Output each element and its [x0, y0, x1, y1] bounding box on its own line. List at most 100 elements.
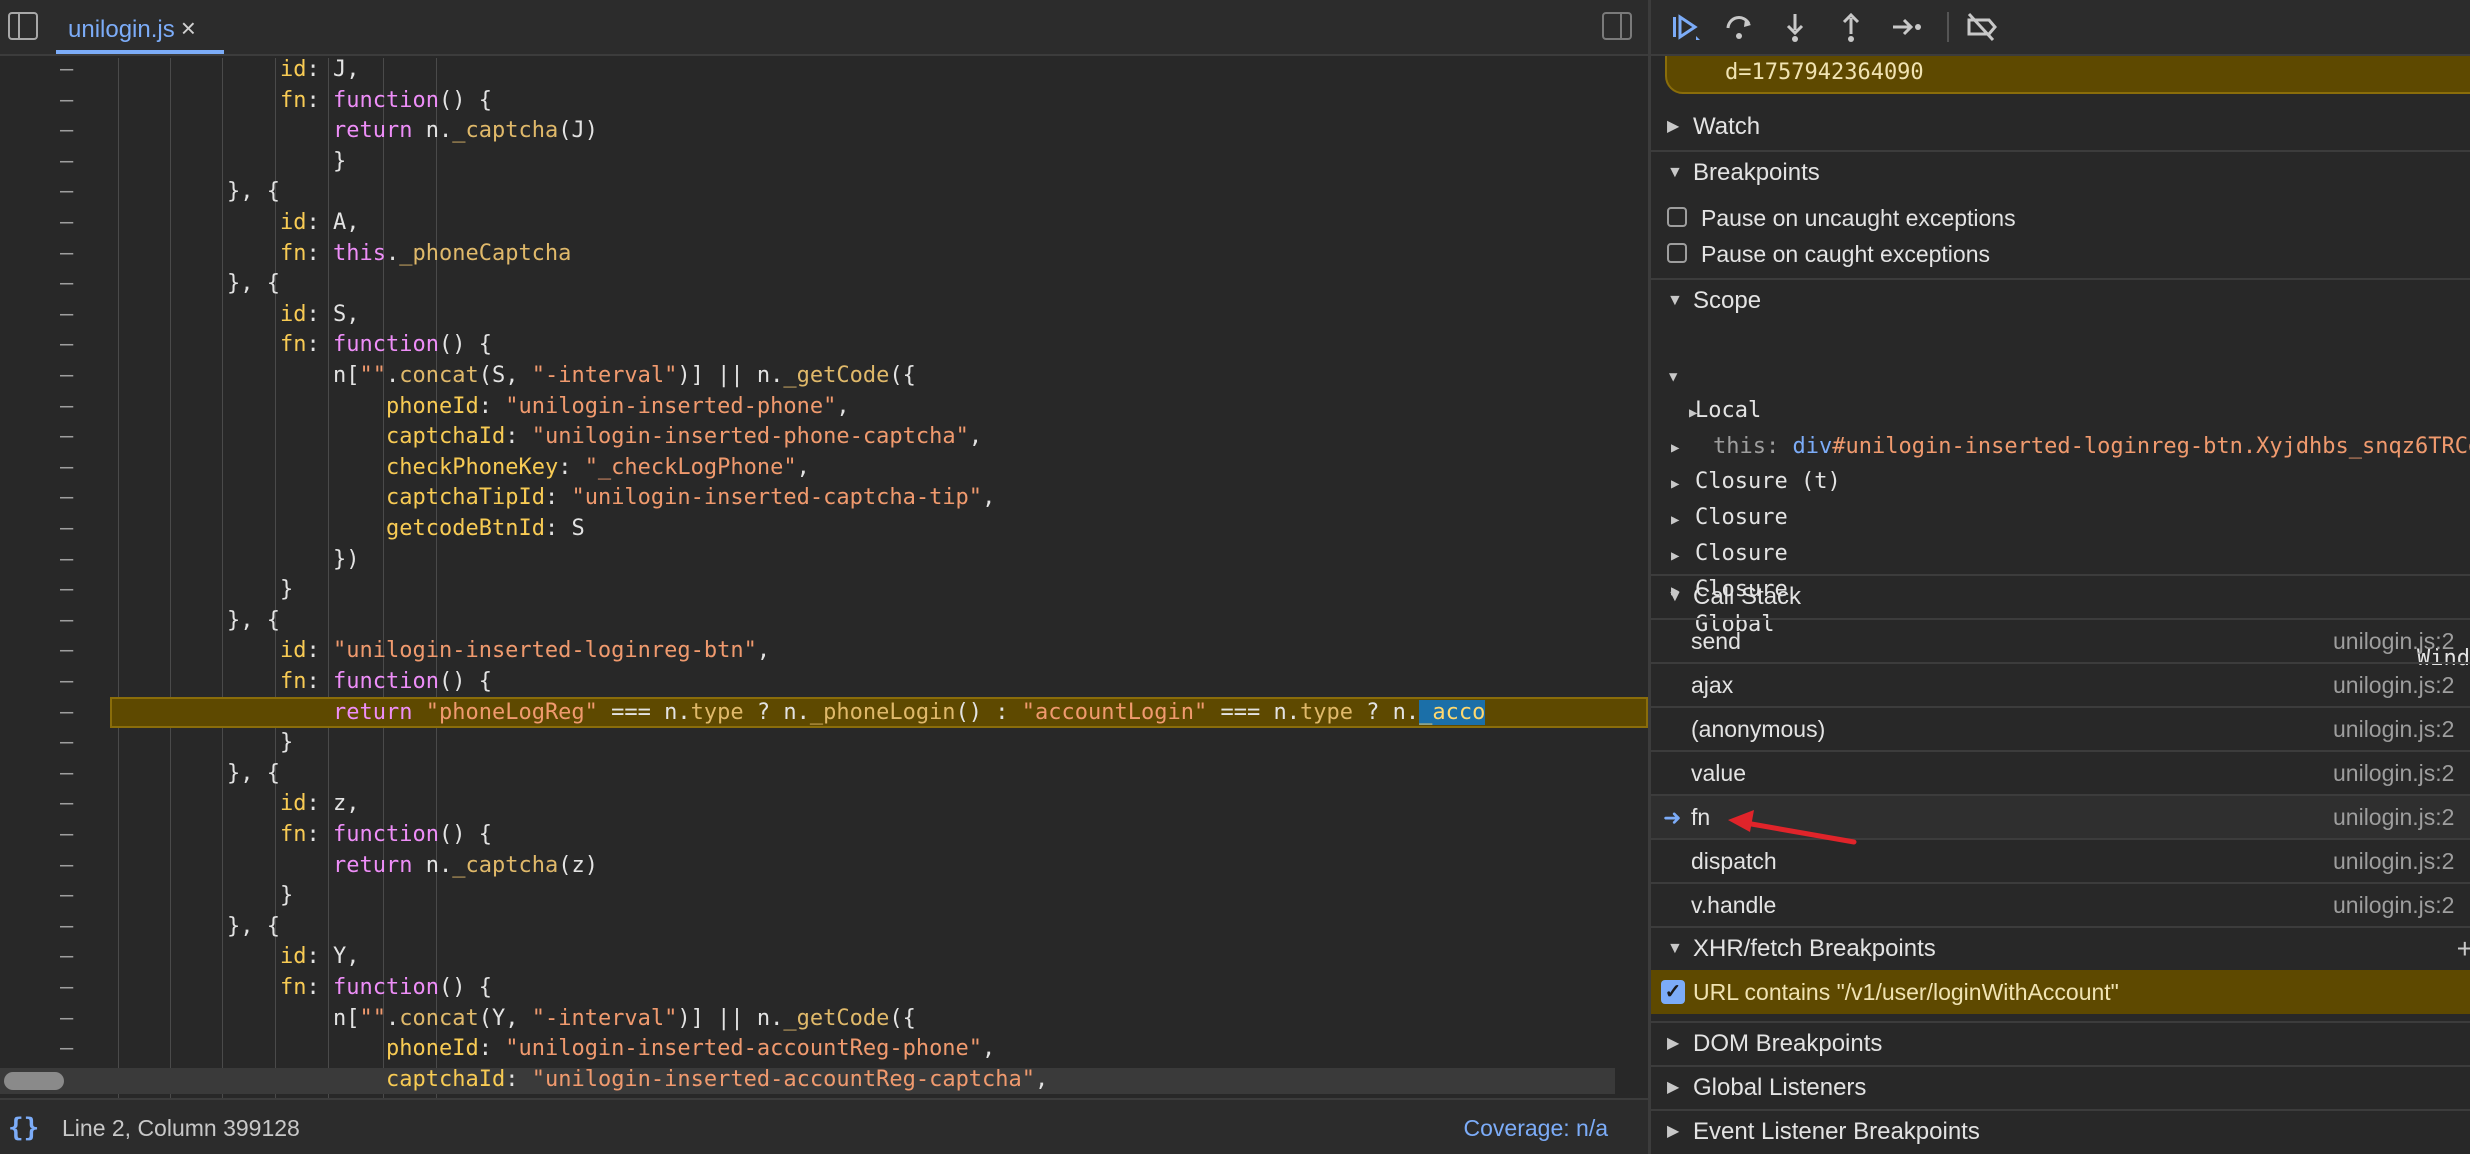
code-line[interactable]: –}: [0, 880, 1648, 911]
gutter-marker[interactable]: –: [60, 788, 73, 819]
code-line[interactable]: –}, {: [0, 176, 1648, 207]
scope-section-header[interactable]: ▼ Scope: [1651, 278, 2470, 322]
code-line[interactable]: – phoneId: "unilogin-inserted-phone",: [0, 391, 1648, 422]
code-editor[interactable]: – id: J, – fn: function() {– return n._captc…: [0, 58, 1648, 1098]
call-stack-frame[interactable]: dispatch unilogin.js:2: [1651, 838, 2470, 883]
gutter-marker[interactable]: –: [60, 544, 73, 575]
global-listeners-section-header[interactable]: ▶ Global Listeners: [1651, 1065, 2470, 1109]
dom-breakpoints-section-header[interactable]: ▶ DOM Breakpoints: [1651, 1021, 2470, 1065]
gutter-marker[interactable]: –: [60, 697, 73, 728]
code-line-paused[interactable]: – return "phoneLogReg" === n.type ? n._ph…: [0, 696, 1648, 728]
deactivate-breakpoints-button[interactable]: [1961, 8, 2001, 46]
step-into-button[interactable]: [1775, 8, 1815, 46]
gutter-marker[interactable]: –: [60, 299, 73, 330]
gutter-marker[interactable]: –: [60, 238, 73, 269]
gutter-marker[interactable]: –: [60, 635, 73, 666]
call-stack-section-header[interactable]: ▼ Call Stack: [1651, 574, 2470, 618]
gutter-marker[interactable]: –: [60, 360, 73, 391]
gutter-marker[interactable]: –: [60, 666, 73, 697]
code-line[interactable]: – id: "unilogin-inserted-loginreg-btn",: [0, 635, 1648, 666]
gutter-marker[interactable]: –: [60, 1033, 73, 1064]
step-out-button[interactable]: [1831, 8, 1871, 46]
gutter-marker[interactable]: –: [60, 85, 73, 116]
call-stack-frame[interactable]: ➜ fn unilogin.js:2: [1651, 794, 2470, 839]
xhr-breakpoints-section-header[interactable]: ▼ XHR/fetch Breakpoints +: [1651, 926, 2470, 970]
code-line[interactable]: – n["".concat(S, "-interval")] || n._getC…: [0, 360, 1648, 391]
gutter-marker[interactable]: –: [60, 176, 73, 207]
gutter-marker[interactable]: –: [60, 605, 73, 636]
checkbox-checked[interactable]: ✓: [1661, 980, 1685, 1004]
code-line[interactable]: – checkPhoneKey: "_checkLogPhone",: [0, 452, 1648, 483]
call-stack-frame[interactable]: send unilogin.js:2: [1651, 618, 2470, 663]
code-line[interactable]: – n["".concat(Y, "-interval")] || n._getC…: [0, 1003, 1648, 1034]
scope-closure-2[interactable]: ▶ Closure: [1651, 469, 2470, 566]
code-line[interactable]: – fn: function() {: [0, 85, 1648, 116]
code-line[interactable]: – fn: function() {: [0, 666, 1648, 697]
gutter-marker[interactable]: –: [60, 391, 73, 422]
code-line[interactable]: – id: J,: [0, 58, 1648, 85]
scope-global[interactable]: ▶ Global Windo: [1651, 540, 2470, 671]
code-line[interactable]: –}): [0, 544, 1648, 575]
xhr-breakpoint-row[interactable]: ✓ URL contains "/v1/user/loginWithAccoun…: [1651, 970, 2470, 1014]
code-line[interactable]: –}, {: [0, 268, 1648, 299]
code-line[interactable]: –}: [0, 146, 1648, 177]
code-line[interactable]: –}, {: [0, 605, 1648, 636]
code-line[interactable]: – return n._captcha(z): [0, 850, 1648, 881]
frame-location[interactable]: unilogin.js:2: [2333, 664, 2454, 707]
breakpoints-section-header[interactable]: ▼ Breakpoints: [1651, 150, 2470, 194]
scope-local[interactable]: ▼ Local: [1651, 326, 2470, 423]
gutter-marker[interactable]: –: [60, 941, 73, 972]
code-line[interactable]: – fn: function() {: [0, 819, 1648, 850]
frame-location[interactable]: unilogin.js:2: [2333, 796, 2454, 839]
code-line[interactable]: – fn: this._phoneCaptcha: [0, 238, 1648, 269]
frame-location[interactable]: unilogin.js:2: [2333, 884, 2454, 927]
close-icon[interactable]: ×: [181, 13, 196, 43]
pause-caught-checkbox[interactable]: Pause on caught exceptions: [1651, 237, 2470, 271]
add-xhr-breakpoint-button[interactable]: +: [2457, 928, 2470, 970]
code-line[interactable]: – fn: function() {: [0, 972, 1648, 1003]
gutter-marker[interactable]: –: [60, 207, 73, 238]
frame-location[interactable]: unilogin.js:2: [2333, 708, 2454, 751]
gutter-marker[interactable]: –: [60, 115, 73, 146]
gutter-marker[interactable]: –: [60, 268, 73, 299]
gutter-marker[interactable]: –: [60, 421, 73, 452]
code-line[interactable]: –}: [0, 727, 1648, 758]
gutter-marker[interactable]: –: [60, 758, 73, 789]
scrollbar-thumb[interactable]: [4, 1072, 64, 1090]
gutter-marker[interactable]: –: [60, 329, 73, 360]
gutter-marker[interactable]: –: [60, 452, 73, 483]
gutter-marker[interactable]: –: [60, 146, 73, 177]
gutter-marker[interactable]: –: [60, 513, 73, 544]
call-stack-frame[interactable]: ajax unilogin.js:2: [1651, 662, 2470, 707]
watch-section-header[interactable]: ▶ Watch: [1651, 106, 2470, 148]
gutter-marker[interactable]: –: [60, 911, 73, 942]
call-stack-frame[interactable]: value unilogin.js:2: [1651, 750, 2470, 795]
checkbox-unchecked[interactable]: [1667, 207, 1687, 227]
scope-closure-t[interactable]: ▶ Closure (t): [1651, 397, 2470, 494]
gutter-marker[interactable]: –: [60, 972, 73, 1003]
code-line[interactable]: – captchaId: "unilogin-inserted-phone-cap…: [0, 421, 1648, 452]
checkbox-unchecked[interactable]: [1667, 243, 1687, 263]
gutter-marker[interactable]: –: [60, 850, 73, 881]
code-line[interactable]: – id: Y,: [0, 941, 1648, 972]
step-button[interactable]: [1887, 8, 1927, 46]
gutter-marker[interactable]: –: [60, 58, 73, 85]
scope-closure-3[interactable]: ▶ Closure: [1651, 505, 2470, 602]
code-line[interactable]: – id: A,: [0, 207, 1648, 238]
frame-location[interactable]: unilogin.js:2: [2333, 752, 2454, 795]
debugger-sidebar-toggle-icon[interactable]: [1602, 12, 1632, 40]
call-stack-frame[interactable]: (anonymous) unilogin.js:2: [1651, 706, 2470, 751]
code-line[interactable]: – id: z,: [0, 788, 1648, 819]
frame-location[interactable]: unilogin.js:2: [2333, 620, 2454, 663]
code-line[interactable]: – phoneId: "unilogin-inserted-accountReg-…: [0, 1033, 1648, 1064]
step-over-button[interactable]: [1719, 8, 1759, 46]
gutter-marker[interactable]: –: [60, 574, 73, 605]
gutter-marker[interactable]: –: [60, 880, 73, 911]
code-line[interactable]: – fn: function() {: [0, 329, 1648, 360]
gutter-marker[interactable]: –: [60, 1003, 73, 1034]
scope-this-entry[interactable]: ▶ this: div#unilogin-inserted-loginreg-b…: [1651, 362, 2470, 459]
gutter-marker[interactable]: –: [60, 482, 73, 513]
pretty-print-icon[interactable]: {}: [8, 1100, 39, 1154]
code-line[interactable]: –}, {: [0, 758, 1648, 789]
code-line[interactable]: –}: [0, 574, 1648, 605]
